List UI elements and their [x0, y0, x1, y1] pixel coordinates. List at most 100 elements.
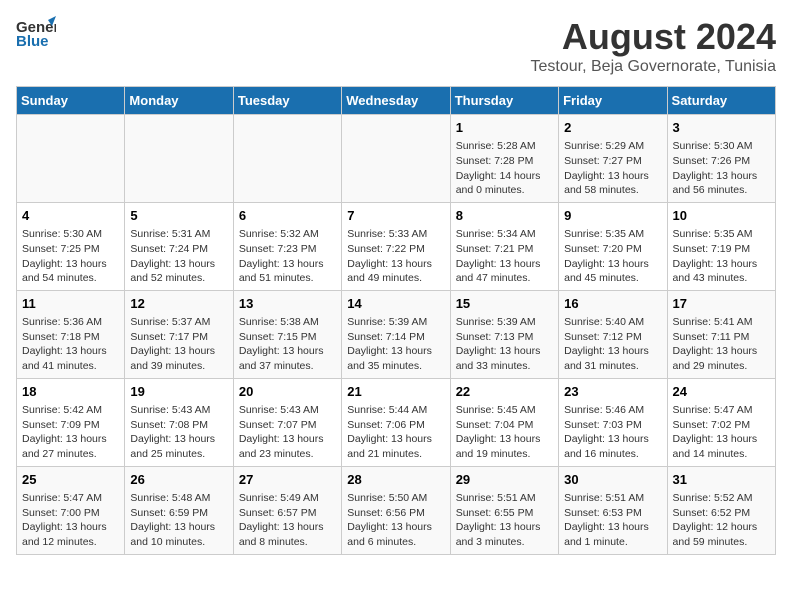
- day-cell: 13 Sunrise: 5:38 AM Sunset: 7:15 PM Dayli…: [233, 290, 341, 378]
- sub-title: Testour, Beja Governorate, Tunisia: [531, 58, 776, 76]
- day-cell: 11Sunrise: 5:36 AM Sunset: 7:18 PM Dayli…: [17, 290, 125, 378]
- cell-content: Sunrise: 5:29 AM Sunset: 7:27 PM Dayligh…: [564, 139, 661, 198]
- day-number: 6: [239, 207, 336, 225]
- day-cell: 7Sunrise: 5:33 AM Sunset: 7:22 PM Daylig…: [342, 202, 450, 290]
- day-number: 27: [239, 471, 336, 489]
- day-number: 9: [564, 207, 661, 225]
- day-cell: 27 Sunrise: 5:49 AM Sunset: 6:57 PM Dayli…: [233, 466, 341, 554]
- day-cell: 21Sunrise: 5:44 AM Sunset: 7:06 PM Dayli…: [342, 378, 450, 466]
- day-number: 11: [22, 295, 119, 313]
- day-number: 15: [456, 295, 553, 313]
- cell-content: Sunrise: 5:31 AM Sunset: 7:24 PM Dayligh…: [130, 227, 227, 286]
- title-block: August 2024 Testour, Beja Governorate, T…: [531, 16, 776, 76]
- day-cell: 9 Sunrise: 5:35 AM Sunset: 7:20 PM Daylig…: [559, 202, 667, 290]
- cell-content: Sunrise: 5:41 AM Sunset: 7:11 PM Dayligh…: [673, 315, 770, 374]
- day-cell: 28 Sunrise: 5:50 AM Sunset: 6:56 PM Dayli…: [342, 466, 450, 554]
- day-number: 30: [564, 471, 661, 489]
- day-number: 1: [456, 119, 553, 137]
- day-cell: 24 Sunrise: 5:47 AM Sunset: 7:02 PM Dayli…: [667, 378, 775, 466]
- day-number: 10: [673, 207, 770, 225]
- day-cell: [125, 115, 233, 203]
- day-number: 7: [347, 207, 444, 225]
- cell-content: Sunrise: 5:47 AM Sunset: 7:00 PM Dayligh…: [22, 491, 119, 550]
- day-number: 13: [239, 295, 336, 313]
- cell-content: Sunrise: 5:52 AM Sunset: 6:52 PM Dayligh…: [673, 491, 770, 550]
- day-cell: 20Sunrise: 5:43 AM Sunset: 7:07 PM Dayli…: [233, 378, 341, 466]
- day-cell: 5 Sunrise: 5:31 AM Sunset: 7:24 PM Daylig…: [125, 202, 233, 290]
- cell-content: Sunrise: 5:39 AM Sunset: 7:13 PM Dayligh…: [456, 315, 553, 374]
- cell-content: Sunrise: 5:44 AM Sunset: 7:06 PM Dayligh…: [347, 403, 444, 462]
- day-number: 22: [456, 383, 553, 401]
- week-row-1: 1Sunrise: 5:28 AM Sunset: 7:28 PM Daylig…: [17, 115, 776, 203]
- day-cell: 6 Sunrise: 5:32 AM Sunset: 7:23 PM Daylig…: [233, 202, 341, 290]
- header-row: SundayMondayTuesdayWednesdayThursdayFrid…: [17, 87, 776, 115]
- day-cell: [233, 115, 341, 203]
- cell-content: Sunrise: 5:50 AM Sunset: 6:56 PM Dayligh…: [347, 491, 444, 550]
- day-number: 24: [673, 383, 770, 401]
- day-cell: 26Sunrise: 5:48 AM Sunset: 6:59 PM Dayli…: [125, 466, 233, 554]
- day-number: 14: [347, 295, 444, 313]
- day-cell: [17, 115, 125, 203]
- cell-content: Sunrise: 5:35 AM Sunset: 7:19 PM Dayligh…: [673, 227, 770, 286]
- page-header: General Blue August 2024 Testour, Beja G…: [16, 16, 776, 76]
- cell-content: Sunrise: 5:51 AM Sunset: 6:55 PM Dayligh…: [456, 491, 553, 550]
- day-cell: 16 Sunrise: 5:40 AM Sunset: 7:12 PM Dayli…: [559, 290, 667, 378]
- cell-content: Sunrise: 5:43 AM Sunset: 7:07 PM Dayligh…: [239, 403, 336, 462]
- header-cell-wednesday: Wednesday: [342, 87, 450, 115]
- cell-content: Sunrise: 5:37 AM Sunset: 7:17 PM Dayligh…: [130, 315, 227, 374]
- week-row-2: 4 Sunrise: 5:30 AM Sunset: 7:25 PM Daylig…: [17, 202, 776, 290]
- header-cell-friday: Friday: [559, 87, 667, 115]
- day-number: 16: [564, 295, 661, 313]
- day-cell: 17Sunrise: 5:41 AM Sunset: 7:11 PM Dayli…: [667, 290, 775, 378]
- cell-content: Sunrise: 5:51 AM Sunset: 6:53 PM Dayligh…: [564, 491, 661, 550]
- day-cell: 1Sunrise: 5:28 AM Sunset: 7:28 PM Daylig…: [450, 115, 558, 203]
- day-number: 18: [22, 383, 119, 401]
- cell-content: Sunrise: 5:45 AM Sunset: 7:04 PM Dayligh…: [456, 403, 553, 462]
- header-cell-thursday: Thursday: [450, 87, 558, 115]
- cell-content: Sunrise: 5:43 AM Sunset: 7:08 PM Dayligh…: [130, 403, 227, 462]
- header-cell-sunday: Sunday: [17, 87, 125, 115]
- day-number: 3: [673, 119, 770, 137]
- cell-content: Sunrise: 5:48 AM Sunset: 6:59 PM Dayligh…: [130, 491, 227, 550]
- cell-content: Sunrise: 5:35 AM Sunset: 7:20 PM Dayligh…: [564, 227, 661, 286]
- cell-content: Sunrise: 5:40 AM Sunset: 7:12 PM Dayligh…: [564, 315, 661, 374]
- cell-content: Sunrise: 5:30 AM Sunset: 7:26 PM Dayligh…: [673, 139, 770, 198]
- day-cell: 29 Sunrise: 5:51 AM Sunset: 6:55 PM Dayli…: [450, 466, 558, 554]
- header-cell-tuesday: Tuesday: [233, 87, 341, 115]
- cell-content: Sunrise: 5:39 AM Sunset: 7:14 PM Dayligh…: [347, 315, 444, 374]
- svg-text:Blue: Blue: [16, 33, 49, 50]
- week-row-3: 11Sunrise: 5:36 AM Sunset: 7:18 PM Dayli…: [17, 290, 776, 378]
- day-cell: 25 Sunrise: 5:47 AM Sunset: 7:00 PM Dayli…: [17, 466, 125, 554]
- week-row-4: 18Sunrise: 5:42 AM Sunset: 7:09 PM Dayli…: [17, 378, 776, 466]
- day-cell: 2 Sunrise: 5:29 AM Sunset: 7:27 PM Daylig…: [559, 115, 667, 203]
- day-cell: 31Sunrise: 5:52 AM Sunset: 6:52 PM Dayli…: [667, 466, 775, 554]
- day-cell: 19Sunrise: 5:43 AM Sunset: 7:08 PM Dayli…: [125, 378, 233, 466]
- calendar-table: SundayMondayTuesdayWednesdayThursdayFrid…: [16, 86, 776, 555]
- day-number: 28: [347, 471, 444, 489]
- cell-content: Sunrise: 5:32 AM Sunset: 7:23 PM Dayligh…: [239, 227, 336, 286]
- day-number: 2: [564, 119, 661, 137]
- day-number: 5: [130, 207, 227, 225]
- header-cell-monday: Monday: [125, 87, 233, 115]
- cell-content: Sunrise: 5:34 AM Sunset: 7:21 PM Dayligh…: [456, 227, 553, 286]
- day-cell: 15 Sunrise: 5:39 AM Sunset: 7:13 PM Dayli…: [450, 290, 558, 378]
- day-cell: 30 Sunrise: 5:51 AM Sunset: 6:53 PM Dayli…: [559, 466, 667, 554]
- cell-content: Sunrise: 5:30 AM Sunset: 7:25 PM Dayligh…: [22, 227, 119, 286]
- day-number: 4: [22, 207, 119, 225]
- day-cell: 10 Sunrise: 5:35 AM Sunset: 7:19 PM Dayli…: [667, 202, 775, 290]
- header-cell-saturday: Saturday: [667, 87, 775, 115]
- cell-content: Sunrise: 5:49 AM Sunset: 6:57 PM Dayligh…: [239, 491, 336, 550]
- cell-content: Sunrise: 5:38 AM Sunset: 7:15 PM Dayligh…: [239, 315, 336, 374]
- day-cell: 12Sunrise: 5:37 AM Sunset: 7:17 PM Dayli…: [125, 290, 233, 378]
- day-cell: 4 Sunrise: 5:30 AM Sunset: 7:25 PM Daylig…: [17, 202, 125, 290]
- cell-content: Sunrise: 5:46 AM Sunset: 7:03 PM Dayligh…: [564, 403, 661, 462]
- day-cell: 18Sunrise: 5:42 AM Sunset: 7:09 PM Dayli…: [17, 378, 125, 466]
- day-cell: [342, 115, 450, 203]
- day-cell: 14 Sunrise: 5:39 AM Sunset: 7:14 PM Dayli…: [342, 290, 450, 378]
- day-number: 23: [564, 383, 661, 401]
- day-number: 25: [22, 471, 119, 489]
- day-number: 29: [456, 471, 553, 489]
- cell-content: Sunrise: 5:47 AM Sunset: 7:02 PM Dayligh…: [673, 403, 770, 462]
- day-cell: 22 Sunrise: 5:45 AM Sunset: 7:04 PM Dayli…: [450, 378, 558, 466]
- day-cell: 8Sunrise: 5:34 AM Sunset: 7:21 PM Daylig…: [450, 202, 558, 290]
